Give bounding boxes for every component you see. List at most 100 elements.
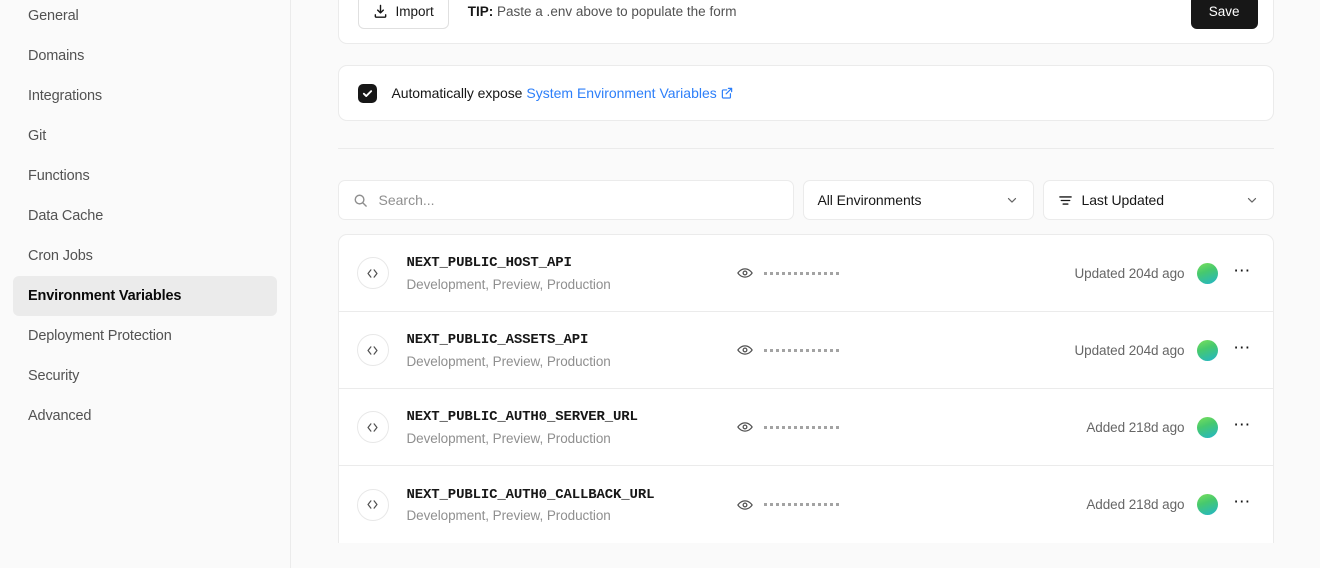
import-card: Import TIP: Paste a .env above to popula… — [338, 0, 1274, 44]
sidebar-item-functions[interactable]: Functions — [13, 156, 277, 196]
row-meta: Updated 204d ago ⋯ — [1074, 260, 1255, 286]
env-var-masked-value — [764, 503, 839, 506]
table-row[interactable]: NEXT_PUBLIC_ASSETS_API Development, Previ… — [339, 312, 1273, 389]
code-brackets-icon[interactable] — [357, 334, 389, 366]
search-box[interactable] — [338, 180, 794, 220]
expose-system-env-card: Automatically expose System Environment … — [338, 65, 1274, 121]
env-var-environments: Development, Preview, Production — [407, 431, 737, 446]
download-icon — [373, 4, 388, 19]
row-more-button[interactable]: ⋯ — [1230, 492, 1256, 518]
avatar — [1197, 417, 1218, 438]
row-identity: NEXT_PUBLIC_HOST_API Development, Preview… — [407, 254, 737, 292]
table-row[interactable]: NEXT_PUBLIC_AUTH0_SERVER_URL Development,… — [339, 389, 1273, 466]
code-brackets-icon[interactable] — [357, 411, 389, 443]
env-var-value-cell — [737, 497, 997, 513]
row-more-button[interactable]: ⋯ — [1230, 337, 1256, 363]
env-var-updated: Added 218d ago — [1086, 420, 1184, 435]
environment-filter-select[interactable]: All Environments — [803, 180, 1034, 220]
env-var-key: NEXT_PUBLIC_AUTH0_SERVER_URL — [407, 408, 737, 427]
row-meta: Added 218d ago ⋯ — [1086, 492, 1255, 518]
system-environment-variables-link-label: System Environment Variables — [526, 85, 716, 101]
sidebar-item-label: Deployment Protection — [28, 328, 172, 344]
sidebar-item-label: Security — [28, 368, 79, 384]
sidebar-item-label: Functions — [28, 168, 90, 184]
checkmark-icon — [362, 88, 373, 99]
save-button[interactable]: Save — [1191, 0, 1258, 29]
sidebar-item-label: Environment Variables — [28, 288, 181, 304]
external-link-icon — [721, 87, 733, 99]
import-button[interactable]: Import — [358, 0, 449, 29]
env-var-key: NEXT_PUBLIC_AUTH0_CALLBACK_URL — [407, 486, 737, 505]
eye-icon[interactable] — [737, 497, 753, 513]
env-var-value-cell — [737, 265, 997, 281]
sidebar-item-domains[interactable]: Domains — [13, 36, 277, 76]
sidebar-item-data-cache[interactable]: Data Cache — [13, 196, 277, 236]
row-more-button[interactable]: ⋯ — [1230, 414, 1256, 440]
environment-variables-table: NEXT_PUBLIC_HOST_API Development, Preview… — [338, 234, 1274, 543]
sidebar-item-deployment-protection[interactable]: Deployment Protection — [13, 316, 277, 356]
env-var-key: NEXT_PUBLIC_HOST_API — [407, 254, 737, 273]
env-var-masked-value — [764, 349, 839, 352]
expose-system-env-label: Automatically expose — [392, 85, 523, 101]
search-icon — [353, 193, 368, 208]
eye-icon[interactable] — [737, 419, 753, 435]
settings-page: General Domains Integrations Git Functions Da… — [0, 0, 1320, 568]
env-var-environments: Development, Preview, Production — [407, 277, 737, 292]
env-toolbar: All Environments Last Updated — [338, 180, 1274, 220]
table-row[interactable]: NEXT_PUBLIC_HOST_API Development, Preview… — [339, 235, 1273, 312]
import-tip-prefix: TIP: — [468, 4, 494, 19]
avatar — [1197, 494, 1218, 515]
env-var-updated: Updated 204d ago — [1074, 343, 1184, 358]
import-button-label: Import — [396, 4, 434, 19]
row-meta: Added 218d ago ⋯ — [1086, 414, 1255, 440]
row-identity: NEXT_PUBLIC_AUTH0_CALLBACK_URL Developmen… — [407, 486, 737, 524]
main-content: Import TIP: Paste a .env above to popula… — [291, 0, 1320, 568]
sidebar-item-cron-jobs[interactable]: Cron Jobs — [13, 236, 277, 276]
sidebar-item-security[interactable]: Security — [13, 356, 277, 396]
sort-select[interactable]: Last Updated — [1043, 180, 1274, 220]
environment-filter-value: All Environments — [818, 192, 922, 208]
code-brackets-icon[interactable] — [357, 257, 389, 289]
sidebar-item-git[interactable]: Git — [13, 116, 277, 156]
expose-system-env-checkbox[interactable] — [358, 84, 377, 103]
row-meta: Updated 204d ago ⋯ — [1074, 337, 1255, 363]
sidebar-item-general[interactable]: General — [13, 0, 277, 36]
sidebar-item-label: General — [28, 8, 79, 24]
env-var-updated: Updated 204d ago — [1074, 266, 1184, 281]
sort-select-value: Last Updated — [1082, 192, 1164, 208]
import-tip-text: Paste a .env above to populate the form — [497, 4, 736, 19]
row-identity: NEXT_PUBLIC_AUTH0_SERVER_URL Development,… — [407, 408, 737, 446]
sort-lines-icon — [1058, 193, 1073, 208]
sidebar-item-label: Advanced — [28, 408, 91, 424]
env-var-environments: Development, Preview, Production — [407, 508, 737, 523]
eye-icon[interactable] — [737, 265, 753, 281]
system-environment-variables-link[interactable]: System Environment Variables — [526, 85, 732, 101]
sidebar-item-label: Data Cache — [28, 208, 103, 224]
settings-sidebar: General Domains Integrations Git Functions Da… — [0, 0, 291, 568]
env-var-masked-value — [764, 426, 839, 429]
import-tip: TIP: Paste a .env above to populate the … — [468, 4, 737, 19]
row-more-button[interactable]: ⋯ — [1230, 260, 1256, 286]
chevron-down-icon — [1005, 193, 1019, 207]
sidebar-item-label: Cron Jobs — [28, 248, 93, 264]
env-var-value-cell — [737, 342, 997, 358]
avatar — [1197, 263, 1218, 284]
eye-icon[interactable] — [737, 342, 753, 358]
section-divider — [338, 148, 1274, 149]
chevron-down-icon — [1245, 193, 1259, 207]
sidebar-item-label: Git — [28, 128, 46, 144]
sidebar-item-label: Domains — [28, 48, 84, 64]
sidebar-item-environment-variables[interactable]: Environment Variables — [13, 276, 277, 316]
env-var-value-cell — [737, 419, 997, 435]
sidebar-nav-list: General Domains Integrations Git Functions Da… — [13, 0, 277, 436]
env-var-masked-value — [764, 272, 839, 275]
sidebar-item-advanced[interactable]: Advanced — [13, 396, 277, 436]
table-row[interactable]: NEXT_PUBLIC_AUTH0_CALLBACK_URL Developmen… — [339, 466, 1273, 543]
env-var-key: NEXT_PUBLIC_ASSETS_API — [407, 331, 737, 350]
search-input[interactable] — [379, 192, 779, 208]
sidebar-item-integrations[interactable]: Integrations — [13, 76, 277, 116]
code-brackets-icon[interactable] — [357, 489, 389, 521]
env-var-environments: Development, Preview, Production — [407, 354, 737, 369]
env-var-updated: Added 218d ago — [1086, 497, 1184, 512]
avatar — [1197, 340, 1218, 361]
